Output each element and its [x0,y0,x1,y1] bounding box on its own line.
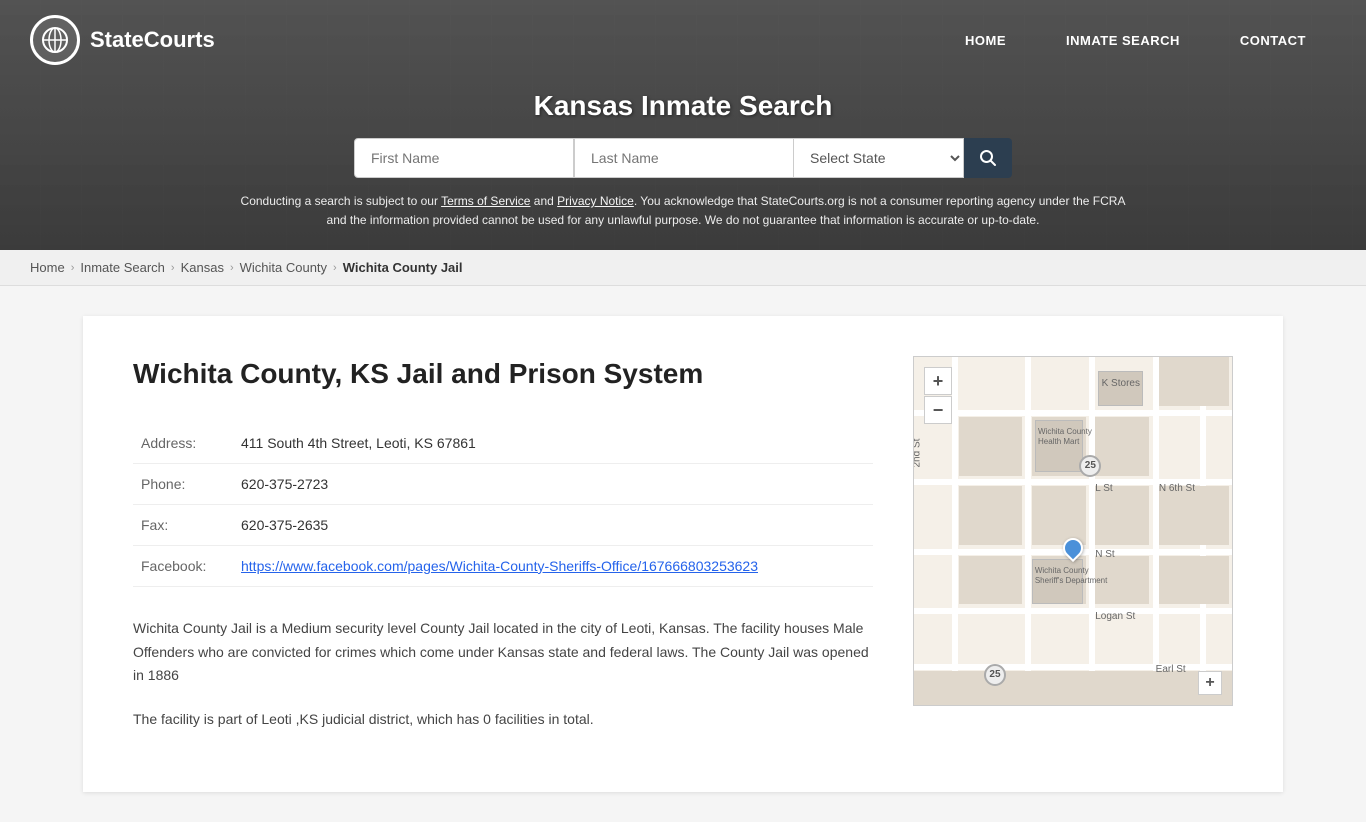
logo-icon [30,15,80,65]
map-label-kstores: K Stores [1102,378,1140,389]
map-label-6thst: N 6th St [1159,483,1195,494]
main-container: Wichita County, KS Jail and Prison Syste… [83,316,1283,792]
map-zoom-controls: + − [924,367,952,424]
privacy-link[interactable]: Privacy Notice [557,194,634,208]
road-mid-v [1025,357,1031,705]
road-l-st [914,410,1232,416]
search-bar: Select State AlabamaAlaskaArizona Arkans… [20,138,1346,178]
search-hero: Kansas Inmate Search Select State Alabam… [0,80,1366,250]
site-name: StateCourts [90,27,215,53]
state-select[interactable]: Select State AlabamaAlaskaArizona Arkans… [794,138,964,178]
map-pin-circle [1059,534,1087,562]
fax-value: 620-375-2635 [233,504,873,545]
facebook-link[interactable]: https://www.facebook.com/pages/Wichita-C… [241,558,758,574]
breadcrumb-state[interactable]: Kansas [181,260,224,275]
search-button[interactable] [964,138,1012,178]
breadcrumb-sep-3: › [230,262,234,274]
facebook-value: https://www.facebook.com/pages/Wichita-C… [233,545,873,586]
table-row: Fax: 620-375-2635 [133,504,873,545]
breadcrumb-current: Wichita County Jail [343,260,463,275]
map-label-nst: N St [1095,549,1114,560]
road-2nd-st [952,357,958,705]
breadcrumb: Home › Inmate Search › Kansas › Wichita … [0,250,1366,286]
table-row: Address: 411 South 4th Street, Leoti, KS… [133,423,873,464]
road-4th-st [1089,357,1095,705]
zoom-in-button[interactable]: + [924,367,952,395]
phone-label: Phone: [133,463,233,504]
description-1: Wichita County Jail is a Medium security… [133,617,873,688]
table-row: Phone: 620-375-2723 [133,463,873,504]
map-block-5 [959,486,1023,545]
map-block-1 [959,417,1023,476]
content-left: Wichita County, KS Jail and Prison Syste… [133,356,873,752]
content-right: Wichita CountyHealth Mart K Stores L St … [913,356,1233,752]
map-label-2ndst: 2nd St [913,438,923,467]
map-container: Wichita CountyHealth Mart K Stores L St … [913,356,1233,706]
map-expand-button[interactable]: + [1198,671,1222,695]
map-label-sheriff: Wichita CountySheriff's Department [1035,566,1108,585]
fax-label: Fax: [133,504,233,545]
first-name-input[interactable] [354,138,574,178]
terms-link[interactable]: Terms of Service [441,194,530,208]
header: StateCourts HOME INMATE SEARCH CONTACT K… [0,0,1366,250]
map-block-bottom [914,671,1232,706]
nav-contact[interactable]: CONTACT [1210,0,1336,80]
breadcrumb-inmate-search[interactable]: Inmate Search [80,260,165,275]
disclaimer-text: Conducting a search is subject to our Te… [233,192,1133,230]
map-block-3 [1095,417,1149,476]
nav-inmate-search[interactable]: INMATE SEARCH [1036,0,1210,80]
navbar: StateCourts HOME INMATE SEARCH CONTACT [0,0,1366,80]
map-label-loganst: Logan St [1095,611,1135,622]
header-content: StateCourts HOME INMATE SEARCH CONTACT K… [0,0,1366,250]
phone-value: 620-375-2723 [233,463,873,504]
map-block-9 [959,556,1023,605]
logo[interactable]: StateCourts [30,15,215,65]
page-title: Wichita County, KS Jail and Prison Syste… [133,356,873,392]
map-pin [1063,538,1083,566]
last-name-input[interactable] [574,138,794,178]
map-block-6 [1032,486,1086,545]
map-block-12 [1159,556,1229,605]
table-row: Facebook: https://www.facebook.com/pages… [133,545,873,586]
address-label: Address: [133,423,233,464]
nav-links: HOME INMATE SEARCH CONTACT [935,0,1336,80]
map-block-4 [1159,357,1229,406]
map-label-earl: Earl St [1156,664,1186,675]
zoom-out-button[interactable]: − [924,396,952,424]
breadcrumb-sep-4: › [333,262,337,274]
road-logan-st [914,608,1232,614]
map-expand-area: + [1198,671,1222,695]
breadcrumb-home[interactable]: Home [30,260,65,275]
hero-title: Kansas Inmate Search [20,90,1346,122]
map-block-7 [1095,486,1149,545]
map-route-25-bottom: 25 [984,664,1006,686]
info-table: Address: 411 South 4th Street, Leoti, KS… [133,423,873,587]
map-block-8 [1159,486,1229,545]
map-label-lst: L St [1095,483,1112,494]
address-value: 411 South 4th Street, Leoti, KS 67861 [233,423,873,464]
road-6th-st [1153,357,1159,705]
breadcrumb-sep-1: › [71,262,75,274]
map-label-health: Wichita CountyHealth Mart [1038,427,1092,446]
description-2: The facility is part of Leoti ,KS judici… [133,708,873,732]
nav-home[interactable]: HOME [935,0,1036,80]
breadcrumb-sep-2: › [171,262,175,274]
facebook-label: Facebook: [133,545,233,586]
breadcrumb-county[interactable]: Wichita County [240,260,327,275]
